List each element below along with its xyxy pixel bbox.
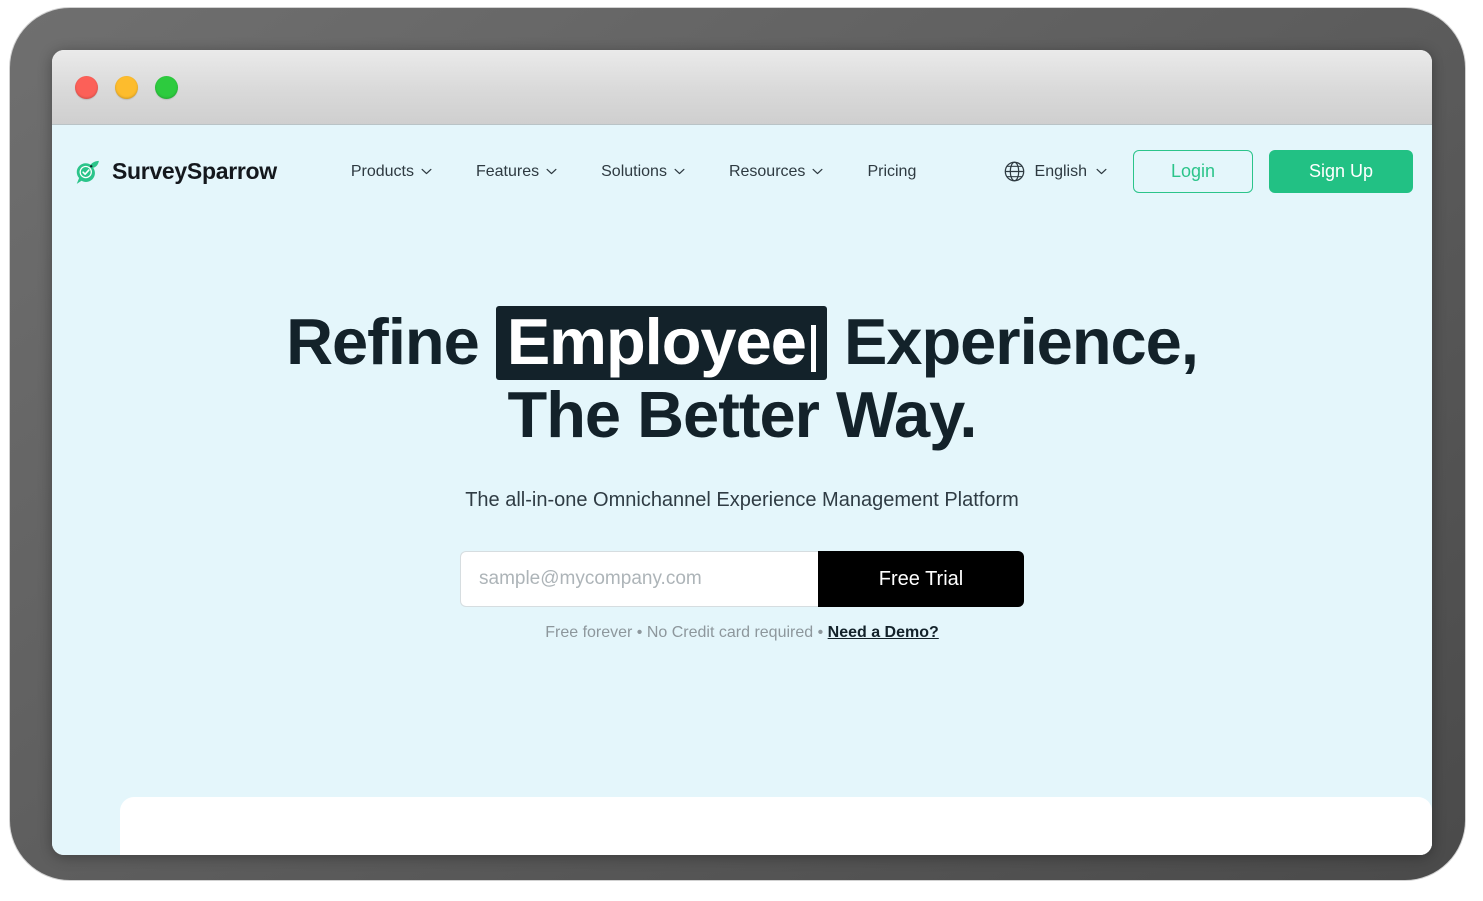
headline-part-2: Experience, (843, 305, 1199, 378)
headline-line-1: Refine Employee Experience, (52, 306, 1432, 380)
headline-part-1: Refine (286, 305, 480, 378)
headline-line-2: The Better Way. (507, 378, 978, 451)
nav-item-features[interactable]: Features (454, 163, 579, 181)
nav-item-label: Solutions (601, 162, 667, 180)
language-value: English (1034, 162, 1087, 180)
main-nav: Products Features Solutions Resources Pr… (329, 163, 939, 181)
text-caret-icon (810, 325, 816, 372)
brand-logo[interactable]: SurveySparrow (73, 157, 277, 187)
chevron-down-icon (674, 168, 685, 175)
chevron-down-icon (421, 168, 432, 175)
header-right-controls: English Login Sign Up (1003, 150, 1413, 193)
sparrow-check-logo-icon (73, 157, 103, 187)
hero-subtitle: The all-in-one Omnichannel Experience Ma… (465, 489, 1019, 512)
nav-item-label: Pricing (867, 162, 917, 180)
close-button[interactable] (75, 75, 98, 99)
brand-name: SurveySparrow (112, 158, 277, 184)
browser-window: SurveySparrow Products Features Solution (52, 50, 1432, 855)
page-title: Refine Employee Experience, The Better W… (52, 306, 1432, 450)
chevron-down-icon (546, 168, 557, 175)
language-selector[interactable]: English (1003, 160, 1107, 183)
login-button[interactable]: Login (1133, 150, 1253, 193)
chevron-down-icon (1096, 168, 1107, 175)
sign-up-button[interactable]: Sign Up (1269, 150, 1413, 193)
site-header: SurveySparrow Products Features Solution (52, 125, 1432, 218)
nav-item-solutions[interactable]: Solutions (579, 163, 707, 181)
nav-item-pricing[interactable]: Pricing (845, 163, 938, 181)
window-title-bar (52, 50, 1432, 125)
nav-item-resources[interactable]: Resources (707, 163, 845, 181)
free-trial-button[interactable]: Free Trial (818, 551, 1024, 608)
nav-item-label: Resources (728, 162, 806, 180)
headline-highlight-word: Employee (495, 305, 827, 380)
footnote-text: Free forever • No Credit card required • (545, 624, 828, 642)
highlight-text: Employee (506, 305, 807, 378)
maximize-button[interactable] (155, 75, 178, 99)
globe-icon (1003, 160, 1026, 183)
nav-item-label: Features (475, 162, 540, 180)
hero-footnote: Free forever • No Credit card required •… (52, 624, 1432, 642)
content-card (120, 797, 1432, 855)
nav-item-label: Products (350, 162, 414, 180)
email-field[interactable] (460, 551, 818, 608)
page-body: SurveySparrow Products Features Solution (52, 125, 1432, 855)
chevron-down-icon (812, 168, 823, 175)
minimize-button[interactable] (115, 75, 138, 99)
signup-form: Free Trial (52, 551, 1432, 608)
nav-item-products[interactable]: Products (329, 163, 454, 181)
need-a-demo-link[interactable]: Need a Demo? (828, 624, 939, 641)
hero-section: Refine Employee Experience, The Better W… (52, 218, 1432, 642)
